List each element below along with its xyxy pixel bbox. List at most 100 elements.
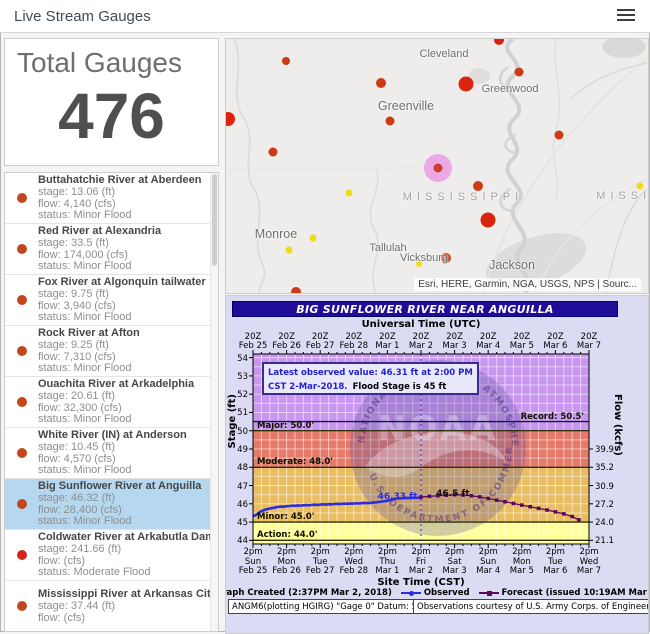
map[interactable]: MISSISSIPPIMISSISSClevelandGreenwoodGree… (225, 38, 649, 294)
flow-axis-tick: 30.9 (595, 482, 625, 492)
bottom-axis-title: Site Time (CST) (253, 577, 589, 588)
map-gauge-marker[interactable] (310, 235, 317, 242)
hamburger-menu-icon[interactable] (617, 9, 635, 23)
gauge-status: status: Minor Flood (38, 210, 211, 222)
gauge-name: Rock River at Afton (38, 327, 211, 339)
gauge-status: status: Minor Flood (38, 465, 211, 477)
legend-observed: Observed (401, 588, 470, 598)
map-gauge-marker[interactable] (637, 183, 644, 190)
map-label-state: MISSISSIPPI (403, 191, 523, 203)
forecast-line-icon (479, 592, 499, 594)
map-gauge-marker[interactable] (515, 68, 524, 77)
map-label-state: MISSISS (596, 190, 649, 202)
gauge-text: Buttahatchie River at Aberdeenstage: 13.… (38, 174, 211, 222)
flow-axis-tick: 24.0 (595, 518, 625, 528)
app-header: Live Stream Gauges (0, 0, 650, 33)
gauge-dot-column (5, 601, 38, 611)
map-label-city: Greenwood (482, 83, 539, 95)
gauge-text: Ouachita River at Arkadelphiastage: 20.6… (38, 378, 211, 426)
gauge-list-item[interactable]: Big Sunflower River at Anguillastage: 46… (5, 479, 211, 530)
list-scrollbar[interactable] (210, 173, 218, 631)
stage-axis-tick: 53 (227, 372, 248, 382)
observations-credit-note: Observations courtesy of U.S. Army Corps… (413, 599, 649, 614)
gauge-stage: stage: 9.75 (ft) (38, 289, 211, 301)
hydrograph-panel: BIG SUNFLOWER RIVER NEAR ANGUILLA Univer… (225, 295, 649, 634)
map-gauge-marker[interactable] (386, 117, 395, 126)
gauge-stage: stage: 9.25 (ft) (38, 340, 211, 352)
gauge-text: Big Sunflower River at Anguillastage: 46… (38, 480, 211, 528)
gauge-status: status: Moderate Flood (38, 567, 211, 579)
gauge-name: Fox River at Algonquin tailwater (38, 276, 211, 288)
gauge-name: Big Sunflower River at Anguilla (38, 480, 211, 492)
gauge-list-item[interactable]: Buttahatchie River at Aberdeenstage: 13.… (5, 173, 211, 224)
gauge-text: Red River at Alexandriastage: 33.5 (ft)f… (38, 225, 211, 273)
gauge-text: Fox River at Algonquin tailwaterstage: 9… (38, 276, 211, 324)
gauge-status-dot (17, 499, 27, 509)
map-gauge-marker[interactable] (282, 57, 290, 65)
gauge-text: Coldwater River at Arkabutla Damstage: 2… (38, 531, 211, 579)
gauge-list[interactable]: Buttahatchie River at Aberdeenstage: 13.… (5, 173, 211, 631)
svg-text:NOAA: NOAA (377, 409, 498, 449)
gauge-status: status: Minor Flood (38, 516, 211, 528)
gauge-status-dot (17, 346, 27, 356)
map-gauge-marker[interactable] (555, 131, 564, 140)
gauge-stage: stage: 33.5 (ft) (38, 238, 211, 250)
gauge-stage: stage: 37.44 (ft) (38, 601, 211, 613)
gauge-dot-column (5, 550, 38, 560)
selected-gauge-marker[interactable] (434, 164, 443, 173)
observed-line-icon (401, 592, 421, 594)
gauge-name: Ouachita River at Arkadelphia (38, 378, 211, 390)
map-gauge-marker[interactable] (473, 181, 483, 191)
gauge-status-dot (17, 550, 27, 560)
map-label-city: Jackson (489, 258, 535, 272)
gauge-text: Rock River at Aftonstage: 9.25 (ft)flow:… (38, 327, 211, 375)
gauge-name: Mississippi River at Arkansas City (38, 588, 211, 600)
gauge-name: White River (IN) at Anderson (38, 429, 211, 441)
gauge-list-item[interactable]: Ouachita River at Arkadelphiastage: 20.6… (5, 377, 211, 428)
gauge-status-dot (17, 193, 27, 203)
map-gauge-marker[interactable] (481, 213, 496, 228)
map-gauge-marker[interactable] (376, 78, 386, 88)
flow-axis-tick: 21.1 (595, 536, 625, 546)
scrollbar-thumb[interactable] (212, 174, 217, 266)
gauge-text: Mississippi River at Arkansas Citystage:… (38, 588, 211, 625)
map-gauge-marker[interactable] (269, 148, 278, 157)
gauge-status-dot (17, 601, 27, 611)
total-gauges-title: Total Gauges (17, 47, 182, 79)
map-label-city: Cleveland (420, 48, 469, 60)
menu-bar (617, 14, 635, 16)
gauge-status-dot (17, 244, 27, 254)
gauge-dot-column (5, 244, 38, 254)
map-gauge-marker[interactable] (286, 247, 293, 254)
gauge-name: Red River at Alexandria (38, 225, 211, 237)
menu-bar (617, 19, 635, 21)
gauge-list-item[interactable]: Mississippi River at Arkansas Citystage:… (5, 581, 211, 631)
gauge-list-item[interactable]: Rock River at Aftonstage: 9.25 (ft)flow:… (5, 326, 211, 377)
map-gauge-marker[interactable] (346, 190, 353, 197)
gauge-status: status: Minor Flood (38, 414, 211, 426)
map-gauge-marker[interactable] (291, 287, 301, 294)
gauge-list-item[interactable]: Fox River at Algonquin tailwaterstage: 9… (5, 275, 211, 326)
stage-axis-tick: 54 (227, 354, 248, 364)
gauge-list-item[interactable]: Red River at Alexandriastage: 33.5 (ft)f… (5, 224, 211, 275)
gauge-stage: stage: 241.66 (ft) (38, 544, 211, 556)
gauge-stage: stage: 10.45 (ft) (38, 442, 211, 454)
legend-graph-created: Graph Created (2:37PM Mar 2, 2018) (225, 588, 392, 598)
gauge-stage: stage: 13.06 (ft) (38, 187, 211, 199)
stage-axis-tick: 44 (227, 536, 248, 546)
stage-axis-tick: 52 (227, 390, 248, 400)
flow-axis-tick: 27.2 (595, 500, 625, 510)
gauge-list-item[interactable]: Coldwater River at Arkabutla Damstage: 2… (5, 530, 211, 581)
map-gauge-marker[interactable] (459, 77, 474, 92)
gauge-list-item[interactable]: White River (IN) at Andersonstage: 10.45… (5, 428, 211, 479)
stage-axis-tick: 50 (227, 427, 248, 437)
gauge-dot-column (5, 397, 38, 407)
flow-axis-tick: 39.9 (595, 445, 625, 455)
map-attribution: Esri, HERE, Garmin, NGA, USGS, NPS | Sou… (414, 278, 641, 291)
gauge-flow: flow: (cfs) (38, 613, 211, 625)
map-label-city: Monroe (255, 227, 297, 241)
gauge-stage: stage: 20.61 (ft) (38, 391, 211, 403)
stage-axis-tick: 47 (227, 482, 248, 492)
gauge-status-dot (17, 397, 27, 407)
map-label-city: Vicksburg (400, 252, 448, 264)
